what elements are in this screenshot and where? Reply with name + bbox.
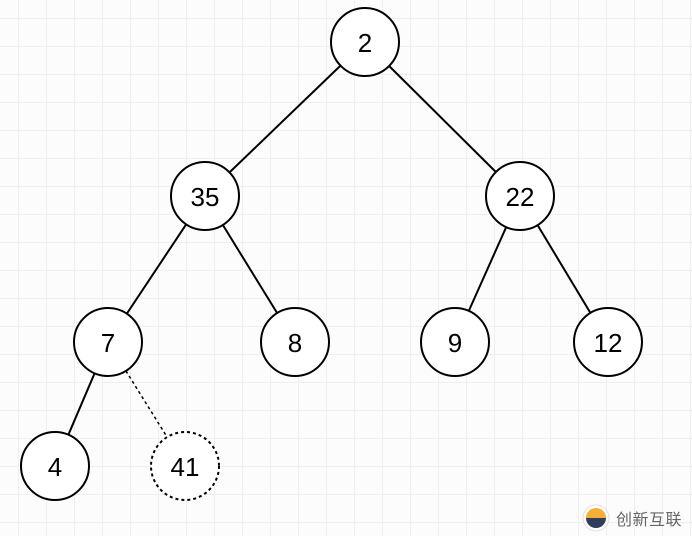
edge-n2-n35 xyxy=(230,66,341,173)
edge-n35-n8 xyxy=(223,225,277,313)
node-8: 8 xyxy=(261,308,329,376)
edges-layer xyxy=(68,66,590,438)
node-7: 7 xyxy=(74,308,142,376)
node-41: 41 xyxy=(151,432,219,500)
edge-n2-n22 xyxy=(389,66,496,172)
node-35: 35 xyxy=(171,162,239,230)
node-4: 4 xyxy=(21,432,89,500)
watermark: 创新互联 xyxy=(582,504,682,532)
tree-diagram: 2 35 22 7 8 9 12 4 41 xyxy=(0,0,692,536)
node-label: 2 xyxy=(358,28,372,58)
node-label: 9 xyxy=(448,328,462,358)
edge-n35-n7 xyxy=(127,224,186,313)
edge-n22-n9 xyxy=(469,227,506,311)
node-label: 4 xyxy=(48,452,62,482)
node-label: 8 xyxy=(288,328,302,358)
node-12: 12 xyxy=(574,308,642,376)
watermark-text: 创新互联 xyxy=(616,506,682,530)
edge-n7-n4 xyxy=(68,373,94,434)
node-22: 22 xyxy=(486,162,554,230)
edge-n22-n12 xyxy=(538,225,591,313)
node-label: 12 xyxy=(594,328,623,358)
node-label: 41 xyxy=(171,452,200,482)
watermark-logo-icon xyxy=(582,504,610,532)
edge-n7-n41 xyxy=(126,371,167,437)
node-label: 35 xyxy=(191,182,220,212)
nodes-layer: 2 35 22 7 8 9 12 4 41 xyxy=(21,8,642,500)
node-label: 7 xyxy=(101,328,115,358)
node-label: 22 xyxy=(506,182,535,212)
node-2: 2 xyxy=(331,8,399,76)
node-9: 9 xyxy=(421,308,489,376)
